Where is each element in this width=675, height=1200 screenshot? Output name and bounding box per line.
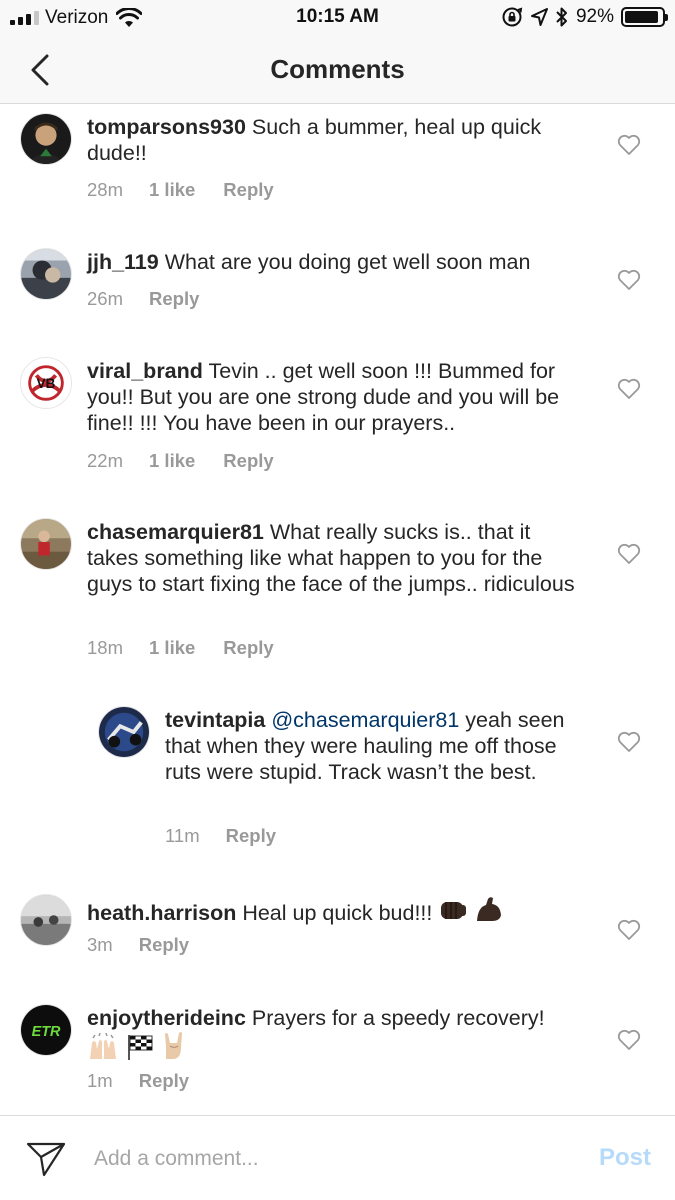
raised-hands-emoji-icon [90,1033,116,1059]
avatar[interactable] [20,248,72,300]
comment-username[interactable]: enjoytherideinc [87,1006,246,1030]
rotation-lock-icon [502,7,523,27]
comment-mention[interactable]: @chasemarquier81 [271,708,459,732]
reply-button[interactable]: Reply [223,450,273,472]
comment-meta: 3m Reply [87,934,189,956]
svg-text:VB: VB [37,376,56,391]
heart-icon[interactable] [617,378,641,400]
comment-time: 11m [165,825,200,846]
comment-body: tevintapia @chasemarquier81 yeah seen th… [165,707,590,785]
comment-text: Prayers for a speedy recovery! [251,1006,545,1030]
reply-button[interactable]: Reply [149,288,199,310]
comment-likes[interactable]: 1 like [149,450,195,472]
sign-of-horns-emoji-icon [164,1032,182,1059]
reply-button[interactable]: Reply [226,825,276,847]
avatar[interactable]: VB [20,357,72,409]
comment-meta: 28m 1 like Reply [87,179,274,201]
comment-meta: 18m 1 like Reply [87,637,274,659]
status-bar: Verizon 10:15 AM 92% [0,0,675,36]
comment-body: jjh_119 What are you doing get well soon… [87,249,597,275]
comment-likes[interactable]: 1 like [149,637,195,659]
comment-body: enjoytherideinc Prayers for a speedy rec… [87,1005,597,1064]
comment-likes[interactable]: 1 like [149,179,195,201]
comment-username[interactable]: jjh_119 [87,250,159,274]
bluetooth-icon [556,7,567,27]
comment-meta: 1m Reply [87,1070,189,1092]
battery-icon [621,7,668,27]
direct-send-icon[interactable] [26,1140,66,1178]
comment-username[interactable]: tevintapia [165,708,265,732]
checkered-flag-emoji-icon [127,1035,153,1060]
location-arrow-icon [530,8,548,26]
comment-text: What are you doing get well soon man [164,250,531,274]
comment-body: heath.harrison Heal up quick bud!!! [87,895,587,926]
comment-time: 1m [87,1070,113,1091]
comments-list[interactable]: tomparsons930 Such a bummer, heal up qui… [0,105,675,1115]
comment-time: 26m [87,288,123,309]
avatar[interactable]: ETR [20,1004,72,1056]
comment-time: 22m [87,450,123,471]
battery-percent: 92% [575,6,614,27]
heart-icon[interactable] [617,134,641,156]
comment-time: 3m [87,934,113,955]
comment-username[interactable]: tomparsons930 [87,115,246,139]
avatar[interactable] [98,706,150,758]
comment-meta: 11m Reply [165,825,276,847]
comment-body: tomparsons930 Such a bummer, heal up qui… [87,114,557,166]
reply-button[interactable]: Reply [223,637,273,659]
comment-input[interactable] [94,1142,564,1176]
comment-username[interactable]: viral_brand [87,359,203,383]
battery-level-fill [625,11,659,23]
avatar[interactable] [20,518,72,570]
heart-icon[interactable] [617,919,641,941]
status-right: 92% [501,5,668,29]
avatar[interactable] [20,894,72,946]
reply-button[interactable]: Reply [223,179,273,201]
avatar[interactable] [20,113,72,165]
svg-text:ETR: ETR [32,1024,61,1040]
flexed-bicep-emoji-icon [477,897,502,921]
comment-time: 28m [87,179,123,200]
heart-icon[interactable] [617,543,641,565]
comment-body: viral_brand Tevin .. get well soon !!! B… [87,358,577,436]
comment-username[interactable]: heath.harrison [87,901,236,925]
heart-icon[interactable] [617,269,641,291]
comment-meta: 26m Reply [87,288,199,310]
reply-button[interactable]: Reply [139,934,189,956]
heart-icon[interactable] [617,731,641,753]
navigation-bar: Comments [0,36,675,104]
reply-button[interactable]: Reply [139,1070,189,1092]
heart-icon[interactable] [617,1029,641,1051]
comment-time: 18m [87,637,123,658]
fist-bump-emoji-icon [441,902,467,919]
post-button[interactable]: Post [599,1144,651,1172]
comment-text: Heal up quick bud!!! [242,901,433,925]
page-title: Comments [270,54,405,84]
comment-composer: Post [0,1115,675,1200]
comment-username[interactable]: chasemarquier81 [87,520,264,544]
comment-meta: 22m 1 like Reply [87,450,274,472]
comment-body: chasemarquier81 What really sucks is.. t… [87,519,587,597]
